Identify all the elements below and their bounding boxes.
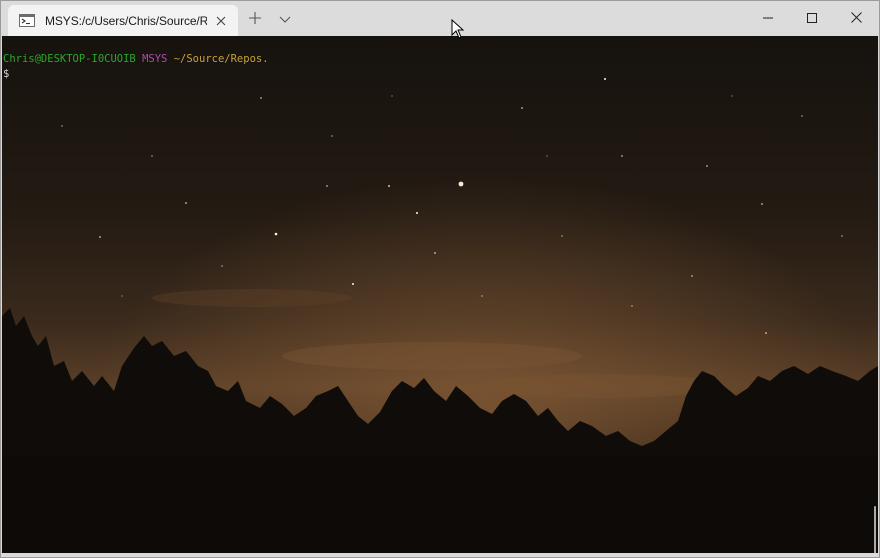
prompt-env: MSYS [142, 53, 168, 65]
maximize-button[interactable] [789, 1, 835, 36]
minimize-button[interactable] [745, 1, 791, 36]
chevron-down-icon [279, 11, 291, 29]
prompt-path: ~/Source/Repos. [173, 53, 269, 65]
mouse-pointer-icon [451, 18, 465, 44]
terminal-content[interactable]: Chris@DESKTOP-I0CUOIB MSYS ~/Source/Repo… [2, 36, 878, 553]
scrollbar[interactable] [874, 506, 876, 553]
title-bar[interactable]: MSYS:/c/Users/Chris/Source/Repos [1, 1, 879, 36]
close-icon[interactable] [211, 11, 231, 31]
terminal-output: Chris@DESKTOP-I0CUOIB MSYS ~/Source/Repo… [3, 52, 269, 82]
maximize-icon [807, 10, 817, 28]
close-icon [850, 10, 862, 28]
prompt-user: Chris@DESKTOP-I0CUOIB [3, 53, 136, 65]
plus-icon [249, 11, 261, 29]
terminal-window: MSYS:/c/Users/Chris/Source/Repos [0, 0, 880, 558]
new-tab-button[interactable] [241, 5, 269, 35]
starry-night-background [2, 36, 878, 553]
prompt-symbol: $ [3, 68, 10, 80]
tab-msys[interactable]: MSYS:/c/Users/Chris/Source/Repos [8, 5, 238, 36]
tab-title: MSYS:/c/Users/Chris/Source/Repos [45, 13, 207, 28]
close-window-button[interactable] [833, 1, 879, 36]
window-bottom-border [1, 553, 879, 557]
minimize-icon [763, 10, 773, 28]
terminal-icon [19, 14, 35, 27]
profile-dropdown-button[interactable] [271, 5, 299, 35]
